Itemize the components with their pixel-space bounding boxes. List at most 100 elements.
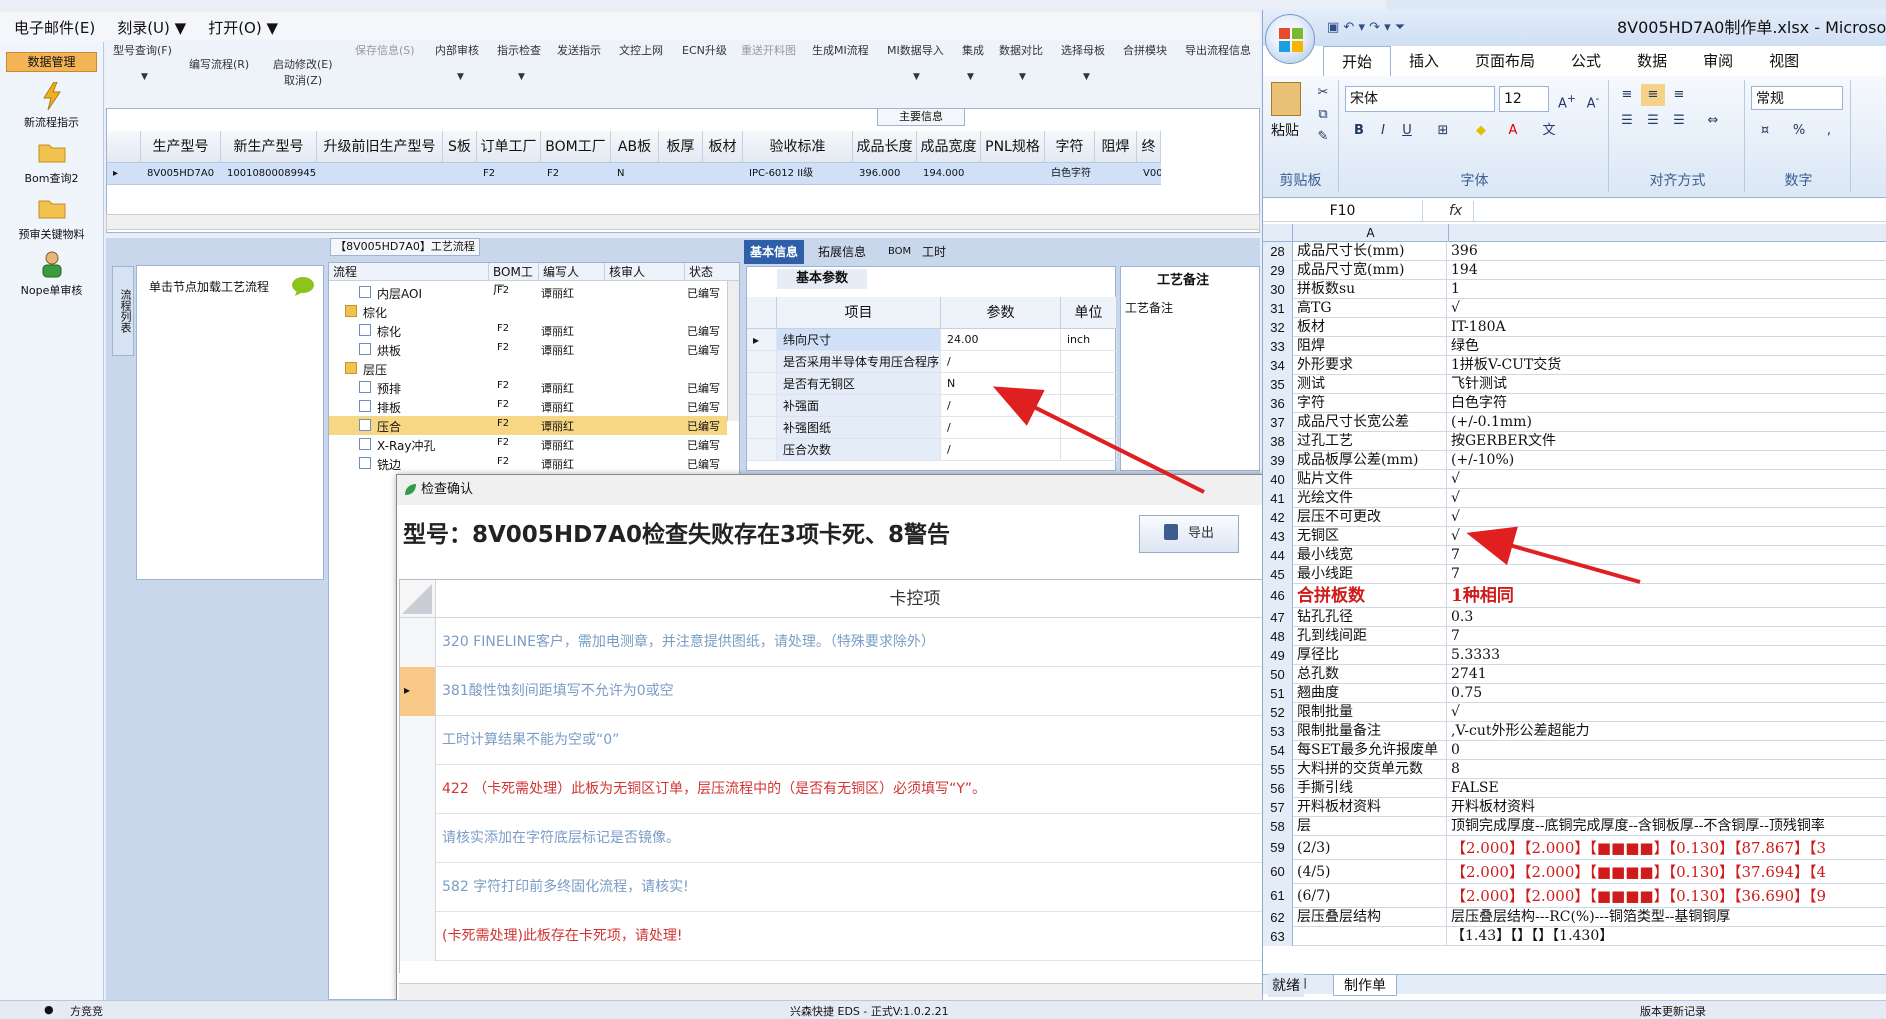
row-number[interactable]: 31 bbox=[1263, 299, 1293, 318]
cell[interactable]: F2 bbox=[541, 163, 611, 184]
row-number[interactable]: 28 bbox=[1263, 242, 1293, 261]
cell-b[interactable]: 顶铜完成厚度--底铜完成厚度--含铜板厚--不含铜厚--顶残铜率 bbox=[1449, 817, 1886, 836]
nav-header-data-management[interactable]: 数据管理 bbox=[6, 52, 97, 72]
dialog-hscrollbar[interactable] bbox=[399, 983, 1393, 1001]
table-row[interactable]: 压合次数 / bbox=[747, 439, 1117, 461]
row-number[interactable]: 60 bbox=[1263, 860, 1293, 884]
table-row[interactable]: 补强面 / bbox=[747, 395, 1117, 417]
nav-item-new-flow[interactable]: 新流程指示 bbox=[0, 82, 103, 130]
cell-a[interactable]: 过孔工艺 bbox=[1295, 432, 1447, 451]
combine-module-button[interactable]: 合拼模块 bbox=[1123, 42, 1167, 58]
cell-b[interactable]: 1种相同 bbox=[1449, 584, 1886, 608]
cell-b[interactable]: √ bbox=[1449, 470, 1886, 489]
tree-row[interactable]: X-Ray冲孔 F2 谭丽红 已编写 bbox=[329, 435, 727, 454]
copy-icon[interactable]: ⧉ bbox=[1311, 104, 1335, 126]
data-compare-button[interactable]: 数据对比 bbox=[999, 42, 1043, 58]
check-item-row[interactable]: 582 字符打印前多终固化流程，请核实! bbox=[400, 863, 1394, 912]
tab-review[interactable]: 审阅 bbox=[1685, 46, 1751, 76]
cell[interactable]: IPC-6012 II级 bbox=[743, 163, 853, 184]
row-number[interactable]: 56 bbox=[1263, 779, 1293, 798]
align-center-icon[interactable]: ☰ bbox=[1641, 110, 1665, 132]
sheet-row[interactable]: 44 最小线宽 7 bbox=[1263, 546, 1886, 565]
row-number[interactable]: 58 bbox=[1263, 817, 1293, 836]
tree-row[interactable]: 烘板 F2 谭丽红 已编写 bbox=[329, 340, 727, 359]
sheet-row[interactable]: 63 【1.43】【】【】【1.430】 bbox=[1263, 927, 1886, 946]
font-color-icon[interactable]: A bbox=[1501, 120, 1525, 142]
integrate-button[interactable]: 集成 bbox=[962, 42, 984, 58]
tree-header-bom[interactable]: BOM工厂 bbox=[489, 263, 539, 297]
name-box[interactable]: F10 bbox=[1263, 200, 1423, 222]
main-grid-scrollbar[interactable] bbox=[106, 214, 1260, 230]
cell-b[interactable]: 【2.000】【2.000】【■■■■】【0.130】【37.694】【4 bbox=[1449, 860, 1886, 884]
param-value[interactable]: 24.00 bbox=[941, 329, 1061, 350]
align-left-icon[interactable]: ☰ bbox=[1615, 110, 1639, 132]
cell-b[interactable]: 【2.000】【2.000】【■■■■】【0.130】【36.690】【9 bbox=[1449, 884, 1886, 908]
sheet-tab-zhizuodan[interactable]: 制作单 bbox=[1333, 975, 1397, 996]
col-header-control-items[interactable]: 卡控项 bbox=[436, 580, 1394, 618]
row-number[interactable]: 50 bbox=[1263, 665, 1293, 684]
table-row[interactable]: 是否有无铜区 N bbox=[747, 373, 1117, 395]
cell-b[interactable]: 绿色 bbox=[1449, 337, 1886, 356]
cell-a[interactable]: 限制批量 bbox=[1295, 703, 1447, 722]
tab-basic-info[interactable]: 基本信息 bbox=[744, 240, 805, 264]
font-size-select[interactable]: 12 bbox=[1499, 86, 1549, 112]
param-value[interactable]: / bbox=[941, 395, 1061, 416]
cell-a[interactable]: (2/3) bbox=[1295, 836, 1447, 860]
col-header[interactable]: 板材 bbox=[703, 131, 743, 162]
select-all-corner[interactable] bbox=[1263, 224, 1293, 242]
tree-row[interactable]: 预排 F2 谭丽红 已编写 bbox=[329, 378, 727, 397]
sheet-row[interactable]: 43 无铜区 √ bbox=[1263, 527, 1886, 546]
tab-formulas[interactable]: 公式 bbox=[1553, 46, 1619, 76]
table-row[interactable]: ▸ 纬向尺寸 24.00 inch bbox=[747, 329, 1117, 351]
sheet-row[interactable]: 34 外形要求 1拼板V-CUT交货 bbox=[1263, 356, 1886, 375]
param-value[interactable]: N bbox=[941, 373, 1061, 394]
cell-b[interactable]: 0.3 bbox=[1449, 608, 1886, 627]
cell-a[interactable]: 每SET最多允许报废单 bbox=[1295, 741, 1447, 760]
sheet-row[interactable]: 35 测试 飞针测试 bbox=[1263, 375, 1886, 394]
check-item-row[interactable]: (卡死需处理)此板存在卡死项，请处理! bbox=[400, 912, 1394, 961]
tree-row[interactable]: 铣边 F2 谭丽红 已编写 bbox=[329, 454, 727, 473]
align-right-icon[interactable]: ☰ bbox=[1667, 110, 1691, 132]
fx-icon[interactable]: fx bbox=[1449, 200, 1462, 222]
param-value[interactable]: / bbox=[941, 439, 1061, 460]
row-number[interactable]: 53 bbox=[1263, 722, 1293, 741]
cell-a[interactable] bbox=[1295, 927, 1447, 946]
cell-a[interactable]: 测试 bbox=[1295, 375, 1447, 394]
tree-row[interactable]: 内层AOI F2 谭丽红 已编写 bbox=[329, 283, 727, 302]
cell[interactable]: 8V005HD7A0 bbox=[141, 163, 221, 184]
cell-b[interactable]: 【2.000】【2.000】【■■■■】【0.130】【87.867】【3 bbox=[1449, 836, 1886, 860]
col-header-param[interactable]: 参数 bbox=[941, 297, 1061, 328]
row-number[interactable]: 29 bbox=[1263, 261, 1293, 280]
cell-b[interactable]: √ bbox=[1449, 703, 1886, 722]
cell-b[interactable]: 7 bbox=[1449, 627, 1886, 646]
cell-a[interactable]: 合拼板数 bbox=[1295, 584, 1447, 608]
sheet-row[interactable]: 54 每SET最多允许报废单 0 bbox=[1263, 741, 1886, 760]
cell-a[interactable]: 层压叠层结构 bbox=[1295, 908, 1447, 927]
cell-b[interactable]: 8 bbox=[1449, 760, 1886, 779]
status-update-log[interactable]: 版本更新记录 bbox=[1640, 1003, 1706, 1019]
cell-b[interactable]: 1 bbox=[1449, 280, 1886, 299]
cell[interactable] bbox=[443, 163, 477, 184]
sheet-row[interactable]: 31 高TG √ bbox=[1263, 299, 1886, 318]
tree-header-state[interactable]: 状态 bbox=[685, 263, 739, 281]
sheet-row[interactable]: 42 层压不可更改 √ bbox=[1263, 508, 1886, 527]
phonetic-icon[interactable]: 文 bbox=[1537, 120, 1561, 142]
tab-home[interactable]: 开始 bbox=[1323, 46, 1392, 76]
row-number[interactable]: 30 bbox=[1263, 280, 1293, 299]
tree-scrollbar[interactable] bbox=[727, 281, 739, 421]
cell-b[interactable]: 0 bbox=[1449, 741, 1886, 760]
param-value[interactable]: / bbox=[941, 417, 1061, 438]
row-number[interactable]: 54 bbox=[1263, 741, 1293, 760]
bold-icon[interactable]: B bbox=[1347, 120, 1371, 142]
quick-access-toolbar[interactable]: ▣ ↶ ▾ ↷ ▾ ⏷ bbox=[1327, 10, 1405, 46]
col-header[interactable]: 验收标准 bbox=[743, 131, 853, 162]
cell-b[interactable]: (+/-10%) bbox=[1449, 451, 1886, 470]
col-header[interactable]: BOM工厂 bbox=[541, 131, 611, 162]
cell-a[interactable]: 拼板数su bbox=[1295, 280, 1447, 299]
param-value[interactable]: / bbox=[941, 351, 1061, 372]
cell-b[interactable]: √ bbox=[1449, 527, 1886, 546]
tree-header-reviewer[interactable]: 核审人 bbox=[605, 263, 685, 281]
cell-a[interactable]: 外形要求 bbox=[1295, 356, 1447, 375]
cell-b[interactable]: 飞针测试 bbox=[1449, 375, 1886, 394]
col-header[interactable]: 生产型号 bbox=[141, 131, 221, 162]
